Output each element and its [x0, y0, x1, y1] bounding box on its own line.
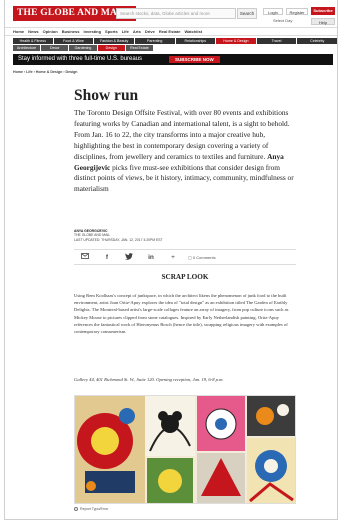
- subsection-tab-real-estate[interactable]: Real Estate: [125, 45, 154, 51]
- section-heading: SCRAP LOOK: [161, 273, 209, 281]
- section-tab-home-design[interactable]: Home & Design: [216, 38, 256, 44]
- nav-item-life[interactable]: Life: [122, 29, 129, 34]
- report-icon: [74, 507, 78, 511]
- login-button[interactable]: Login: [263, 8, 283, 15]
- section-tab-fashion-beauty[interactable]: Fashion & Beauty: [94, 38, 134, 44]
- artwork-image[interactable]: [74, 395, 296, 504]
- subsection-tab-design[interactable]: Design: [97, 45, 125, 51]
- report-label: Report Typo/Error: [80, 507, 109, 511]
- section-tab-health-fitness[interactable]: Health & Fitness: [13, 38, 53, 44]
- article-headline: Show run: [74, 87, 139, 104]
- comments-link[interactable]: ▢ 0 Comments: [188, 255, 216, 260]
- promo-banner[interactable]: Stay informed with three full-time U.S. …: [13, 54, 333, 65]
- share-bar: f in + ▢ 0 Comments: [74, 249, 296, 265]
- facebook-icon[interactable]: f: [96, 254, 118, 261]
- section-tab-parenting[interactable]: Parenting: [134, 38, 175, 44]
- subsection-tab-architecture[interactable]: Architecture: [13, 45, 41, 51]
- search-input[interactable]: Search stocks, data, Globe articles and …: [116, 8, 236, 19]
- primary-nav: Home News Opinion Business Investing Sports Li…: [5, 27, 337, 36]
- venue-info: Gallery 44, 401 Richmond St. W., Suite 1…: [74, 377, 224, 382]
- select-day-dropdown[interactable]: Select Day: [273, 18, 292, 23]
- subscribe-button[interactable]: Subscribe: [311, 7, 335, 15]
- page: THE GLOBE AND MAIL* Search stocks, data,…: [4, 0, 338, 520]
- nav-item-real-estate[interactable]: Real Estate: [159, 29, 181, 34]
- email-icon[interactable]: [74, 253, 96, 261]
- article-lede: The Toronto Design Offsite Festival, wit…: [74, 108, 296, 195]
- nav-item-arts[interactable]: Arts: [133, 29, 141, 34]
- banner-text: Stay informed with three full-time U.S. …: [18, 56, 143, 62]
- top-bar: THE GLOBE AND MAIL* Search stocks, data,…: [5, 6, 337, 25]
- linkedin-icon[interactable]: in: [140, 254, 162, 261]
- section-tab-travel[interactable]: Travel: [256, 38, 297, 44]
- nav-item-home[interactable]: Home: [13, 29, 24, 34]
- twitter-icon[interactable]: [118, 252, 140, 262]
- plus-icon[interactable]: +: [162, 254, 184, 261]
- search-button[interactable]: Search: [237, 8, 257, 19]
- nav-item-watchlist[interactable]: Watchlist: [184, 29, 202, 34]
- article-body: Using Rem Koolhaas's concept of junkspac…: [74, 293, 289, 335]
- section-tab-celebrity[interactable]: Celebrity: [297, 38, 337, 44]
- lede-text-1: The Toronto Design Offsite Festival, wit…: [74, 108, 290, 161]
- register-button[interactable]: Register: [286, 8, 308, 15]
- section-tab-relationships[interactable]: Relationships: [175, 38, 216, 44]
- breadcrumb[interactable]: Home › Life › Home & Design › Design: [13, 70, 78, 74]
- nav-item-news[interactable]: News: [28, 29, 38, 34]
- byline: ANYA GEORGIJEVIC THE GLOBE AND MAIL LAST…: [74, 229, 163, 242]
- nav-item-drive[interactable]: Drive: [145, 29, 155, 34]
- subsection-tab-gardening[interactable]: Gardening: [69, 45, 97, 51]
- nav-item-sports[interactable]: Sports: [105, 29, 118, 34]
- report-typo-link[interactable]: Report Typo/Error: [74, 507, 109, 511]
- sub-nav: Architecture Decor Gardening Design Real Est…: [13, 45, 154, 51]
- subsection-tab-decor[interactable]: Decor: [41, 45, 69, 51]
- nav-item-opinion[interactable]: Opinion: [43, 29, 58, 34]
- collage-artwork: [75, 396, 295, 503]
- byline-updated: LAST UPDATED: THURSDAY, JAN. 12, 2017 4:…: [74, 237, 163, 242]
- section-tab-food-wine[interactable]: Food & Wine: [53, 38, 94, 44]
- subscribe-now-button[interactable]: SUBSCRIBE NOW: [169, 56, 220, 63]
- comment-icon: ▢: [188, 254, 192, 260]
- section-nav: Health & Fitness Food & Wine Fashion & Bea…: [13, 38, 337, 44]
- nav-item-investing[interactable]: Investing: [83, 29, 101, 34]
- comments-count: 0 Comments: [192, 254, 216, 260]
- nav-item-business[interactable]: Business: [62, 29, 80, 34]
- help-button[interactable]: Help: [311, 18, 335, 25]
